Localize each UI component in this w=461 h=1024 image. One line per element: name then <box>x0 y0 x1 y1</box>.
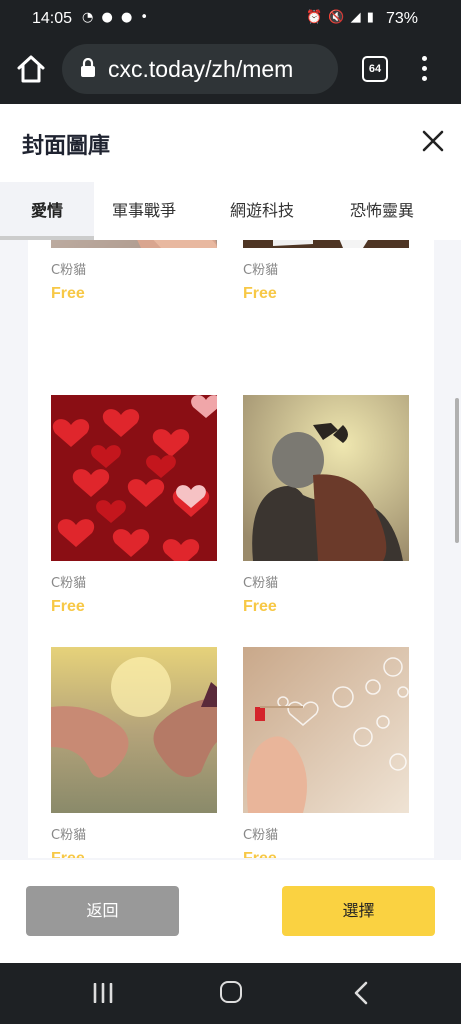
category-tabs: 愛情 軍事戰爭 網遊科技 恐怖靈異 <box>0 182 461 240</box>
dialog-title: 封面圖庫 <box>22 134 111 159</box>
cover-price: Free <box>243 598 277 615</box>
cover-image[interactable] <box>51 240 217 248</box>
lock-icon <box>81 58 95 77</box>
cover-author: C粉貓 <box>51 828 87 843</box>
back-nav-icon[interactable] <box>352 981 370 1005</box>
cover-price: Free <box>51 598 85 615</box>
cover-grid[interactable]: C粉貓 Free C粉貓 Free C粉貓 Free C粉貓 Free C粉貓 … <box>28 240 434 858</box>
cover-author: C粉貓 <box>51 576 87 591</box>
close-icon[interactable] <box>418 126 448 156</box>
cover-price: Free <box>243 285 277 302</box>
cover-author: C粉貓 <box>243 576 279 591</box>
dialog-header: 封面圖庫 <box>0 104 461 182</box>
cover-image[interactable] <box>243 395 409 561</box>
cover-author: C粉貓 <box>51 263 87 278</box>
url-text: cxc.today/zh/mem <box>108 56 294 82</box>
tab-label: 愛情 <box>30 201 63 220</box>
tab-horror[interactable]: 恐怖靈異 <box>350 182 414 240</box>
more-menu-icon[interactable] <box>414 54 434 84</box>
recent-apps-icon[interactable] <box>92 983 114 1003</box>
home-nav-icon[interactable] <box>220 981 242 1003</box>
cover-image[interactable] <box>51 395 217 561</box>
back-button[interactable]: 返回 <box>26 886 179 936</box>
system-nav-bar <box>0 963 461 1024</box>
tab-switcher-button[interactable]: 64 <box>362 56 388 82</box>
notification-icons: ◔ ● ● • <box>82 10 151 25</box>
dialog-footer: 返回 選擇 <box>0 860 461 963</box>
home-icon[interactable] <box>14 52 48 86</box>
battery-level: 73% <box>386 10 419 27</box>
cover-image[interactable] <box>243 240 409 248</box>
scrollbar[interactable] <box>455 398 459 543</box>
tab-military[interactable]: 軍事戰爭 <box>112 182 176 240</box>
address-bar[interactable]: cxc.today/zh/mem <box>62 44 338 94</box>
status-time: 14:05 <box>32 10 73 27</box>
tab-gaming-tech[interactable]: 網遊科技 <box>230 182 294 240</box>
cover-image[interactable] <box>243 647 409 813</box>
cover-author: C粉貓 <box>243 828 279 843</box>
system-icons: ⏰ 🔇 ◢ ▮ <box>306 10 375 25</box>
cover-author: C粉貓 <box>243 263 279 278</box>
cover-price: Free <box>51 850 85 858</box>
cover-price: Free <box>51 285 85 302</box>
tab-romance[interactable]: 愛情 <box>0 182 94 240</box>
status-bar: 14:05 ◔ ● ● • ⏰ 🔇 ◢ ▮ 73% <box>0 0 461 38</box>
browser-toolbar: cxc.today/zh/mem 64 <box>0 38 461 104</box>
cover-price: Free <box>243 850 277 858</box>
select-button[interactable]: 選擇 <box>282 886 435 936</box>
cover-image[interactable] <box>51 647 217 813</box>
